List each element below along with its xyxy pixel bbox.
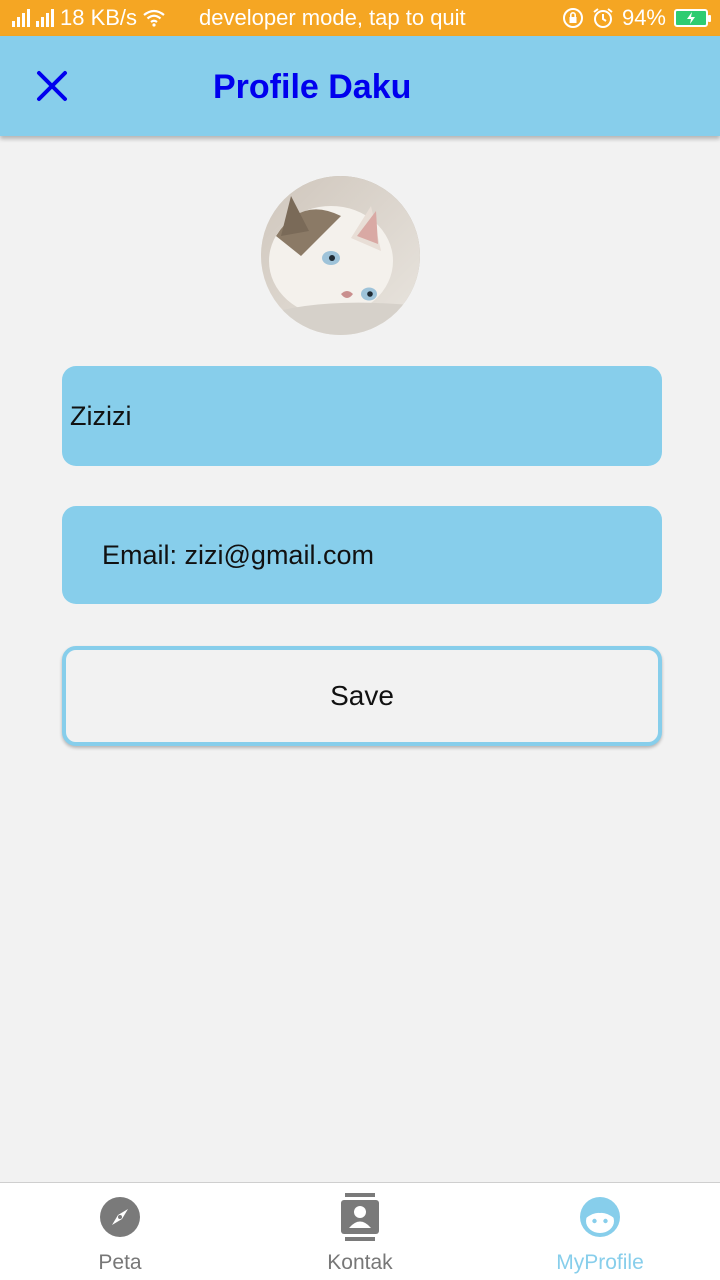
nav-label-peta: Peta <box>98 1251 142 1274</box>
email-field[interactable]: Email: zizi@gmail.com <box>62 506 662 604</box>
wifi-icon <box>143 9 165 27</box>
status-bar: 18 KB/s developer mode, tap to quit 94% <box>0 0 720 36</box>
page-title: Profile Daku <box>213 68 412 106</box>
bottom-nav: Peta Kontak MyProfile <box>0 1182 720 1280</box>
cat-photo <box>261 176 420 335</box>
nav-label-myprofile: MyProfile <box>556 1251 644 1274</box>
app-bar: Profile Daku <box>0 36 720 136</box>
alarm-icon <box>593 8 613 28</box>
face-icon <box>578 1195 622 1239</box>
nav-item-myprofile[interactable]: MyProfile <box>480 1183 720 1280</box>
rotation-lock-icon <box>562 8 583 28</box>
compass-icon <box>98 1195 142 1239</box>
nav-label-kontak: Kontak <box>327 1251 393 1274</box>
signal-icon <box>12 9 30 27</box>
save-button[interactable]: Save <box>62 646 662 746</box>
screen: 18 KB/s developer mode, tap to quit 94% <box>0 0 720 1280</box>
avatar[interactable] <box>261 176 420 335</box>
nav-item-kontak[interactable]: Kontak <box>240 1183 480 1280</box>
status-right: 94% <box>562 5 711 31</box>
name-field[interactable]: Zizizi <box>62 366 662 466</box>
battery-percent: 94% <box>621 5 666 30</box>
signal-icon <box>36 9 54 27</box>
close-icon <box>37 71 67 101</box>
nav-item-peta[interactable]: Peta <box>0 1183 240 1280</box>
network-speed: 18 KB/s <box>60 5 138 30</box>
battery-icon <box>674 9 711 27</box>
close-button[interactable] <box>30 64 74 108</box>
developer-notice[interactable]: developer mode, tap to quit <box>199 5 466 31</box>
contacts-icon <box>338 1193 382 1241</box>
charging-bolt-icon <box>687 12 695 24</box>
status-left: 18 KB/s <box>12 5 165 31</box>
